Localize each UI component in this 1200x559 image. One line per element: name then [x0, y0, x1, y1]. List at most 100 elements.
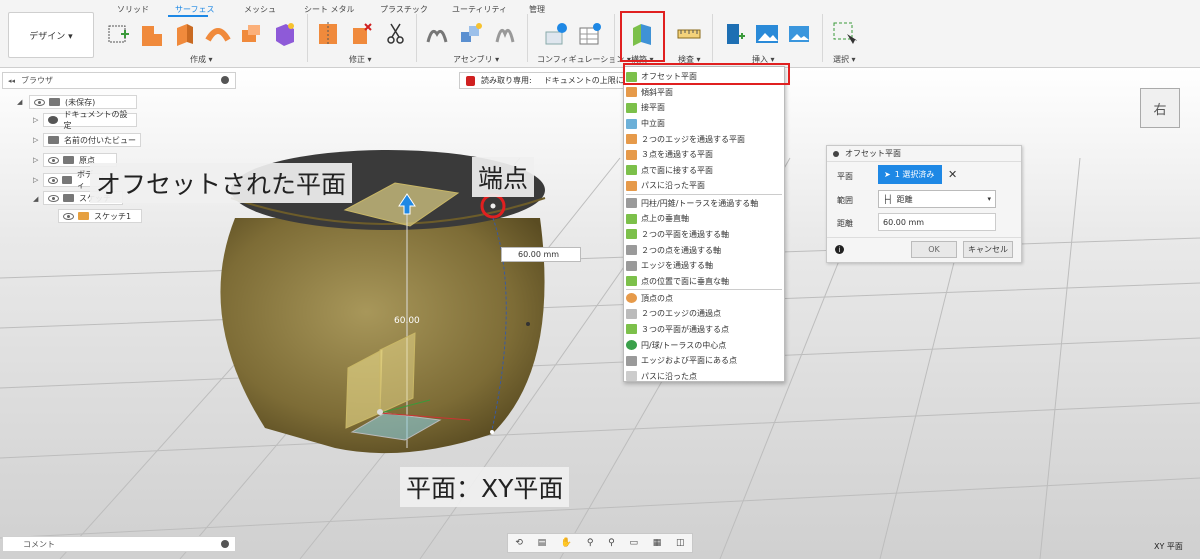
- separator: [712, 14, 713, 62]
- menu-item-axis-two-planes[interactable]: ２つの平面を通過する軸: [624, 227, 784, 243]
- tree-root[interactable]: (未保存): [29, 95, 137, 109]
- expand-icon[interactable]: ◢: [17, 98, 22, 106]
- joint-icon[interactable]: [424, 20, 450, 48]
- dialog-header[interactable]: オフセット平面: [827, 146, 1021, 162]
- menu-item-point-edge-plane[interactable]: エッジおよび平面にある点: [624, 353, 784, 369]
- tab-surface[interactable]: サーフェス: [175, 4, 215, 15]
- plane-selection-button[interactable]: ➤ 1 選択済み: [878, 165, 942, 184]
- menu-item-plane-along-path[interactable]: パスに沿った平面: [624, 178, 784, 194]
- menu-item-angled-plane[interactable]: 傾斜平面: [624, 85, 784, 101]
- create-group-label[interactable]: 作成 ▾: [190, 54, 213, 65]
- separator: [822, 14, 823, 62]
- delete-face-icon[interactable]: [349, 20, 375, 48]
- ok-button[interactable]: OK: [911, 241, 957, 258]
- display-settings-icon[interactable]: ▭: [630, 538, 639, 548]
- menu-item-midplane[interactable]: 中立面: [624, 116, 784, 132]
- dimension-label: 60.00: [394, 316, 420, 326]
- comment-panel[interactable]: コメント: [2, 536, 236, 552]
- menu-item-point-two-edges[interactable]: ２つのエッジの通過点: [624, 306, 784, 322]
- assemble-group-label[interactable]: アセンブリ ▾: [453, 54, 499, 65]
- visibility-icon[interactable]: [48, 176, 59, 184]
- viewports-icon[interactable]: ◫: [676, 538, 685, 548]
- tab-mesh[interactable]: メッシュ: [244, 4, 276, 15]
- viewcube[interactable]: 右: [1140, 88, 1180, 128]
- configure-group-label[interactable]: コンフィギュレーション ▾: [537, 54, 631, 65]
- menu-item-axis-cylinder[interactable]: 円柱/円錐/トーラスを通過する軸: [624, 196, 784, 212]
- menu-item-point-vertex[interactable]: 頂点の点: [624, 291, 784, 307]
- configure-upload-icon[interactable]: [543, 20, 569, 48]
- tab-utility[interactable]: ユーティリティ: [452, 4, 507, 15]
- menu-item-axis-perp-face[interactable]: 点の位置で面に垂直な軸: [624, 274, 784, 290]
- expand-icon[interactable]: ▷: [33, 136, 38, 144]
- browser-panel-header[interactable]: ◂◂ ブラウザ: [2, 72, 236, 89]
- collapse-icon[interactable]: ◂◂: [8, 77, 15, 85]
- dialog-collapse-icon[interactable]: [833, 150, 839, 157]
- distance-field[interactable]: 60.00 mm: [878, 213, 996, 231]
- menu-item-axis-perp-at-point[interactable]: 点上の垂直軸: [624, 211, 784, 227]
- model-canvas[interactable]: [0, 68, 1200, 559]
- clear-selection-icon[interactable]: ✕: [948, 168, 957, 181]
- visibility-icon[interactable]: [63, 212, 74, 220]
- chevron-down-icon: ▾: [987, 195, 991, 203]
- loft-surface-icon[interactable]: [238, 20, 264, 48]
- select-window-icon[interactable]: [831, 20, 857, 48]
- as-built-joint-icon[interactable]: [492, 20, 518, 48]
- extrude-surface-icon[interactable]: [139, 20, 165, 48]
- look-at-icon[interactable]: ▤: [538, 538, 547, 548]
- menu-item-point-three-planes[interactable]: ３つの平面が通過する点: [624, 322, 784, 338]
- tab-plastic[interactable]: プラスチック: [380, 4, 428, 15]
- component-icon[interactable]: [458, 20, 484, 48]
- distance-label: 距離: [837, 219, 853, 228]
- select-group-label[interactable]: 選択 ▾: [833, 54, 856, 65]
- create-sketch-icon[interactable]: [106, 20, 132, 48]
- range-select[interactable]: ├┤ 距離 ▾: [878, 190, 996, 208]
- toolbar-ribbon: デザイン ▾ ソリッド サーフェス メッシュ シート メタル プラスチック ユー…: [0, 0, 1200, 68]
- configure-table-icon[interactable]: [577, 20, 603, 48]
- expand-icon[interactable]: ▷: [33, 176, 38, 184]
- design-workspace-button[interactable]: デザイン ▾: [8, 12, 94, 58]
- insert-decal-icon[interactable]: [787, 20, 813, 48]
- menu-item-plane-two-edges[interactable]: ２つのエッジを通過する平面: [624, 131, 784, 147]
- trim-icon[interactable]: [315, 20, 341, 48]
- menu-item-plane-tangent-point[interactable]: 点で面に接する平面: [624, 163, 784, 179]
- tab-manage[interactable]: 管理: [529, 4, 545, 15]
- visibility-icon[interactable]: [34, 98, 45, 106]
- add-comment-icon[interactable]: [221, 540, 229, 548]
- split-scissors-icon[interactable]: [383, 20, 409, 48]
- tree-item-sketch1[interactable]: スケッチ1: [58, 209, 142, 223]
- orbit-icon[interactable]: ⟲: [515, 538, 523, 548]
- menu-item-axis-edge[interactable]: エッジを通過する軸: [624, 258, 784, 274]
- menu-item-point-center[interactable]: 円/球/トーラスの中心点: [624, 337, 784, 353]
- 3d-viewport[interactable]: 60.00 mm 60.00 右: [0, 68, 1200, 559]
- pan-icon[interactable]: ✋: [561, 538, 572, 548]
- zoom-icon[interactable]: ⚲: [587, 538, 594, 548]
- tree-item-named-views[interactable]: 名前の付いたビュー: [43, 133, 141, 147]
- readonly-banner: 読み取り専用: ドキュメントの上限に: [459, 72, 631, 89]
- tree-item-document-settings[interactable]: ドキュメントの設定: [43, 110, 137, 130]
- grid-icon[interactable]: ▦: [653, 538, 662, 548]
- tab-sheet-metal[interactable]: シート メタル: [304, 4, 355, 15]
- visibility-icon[interactable]: [48, 194, 59, 202]
- menu-item-tangent-plane[interactable]: 接平面: [624, 100, 784, 116]
- fit-icon[interactable]: ⚲: [608, 538, 615, 548]
- modify-group-label[interactable]: 修正 ▾: [349, 54, 372, 65]
- cancel-button[interactable]: キャンセル: [963, 241, 1013, 258]
- measure-icon[interactable]: [676, 20, 702, 48]
- distance-input[interactable]: 60.00 mm: [501, 247, 581, 262]
- expand-icon[interactable]: ▷: [33, 116, 38, 124]
- menu-item-plane-three-points[interactable]: ３点を通過する平面: [624, 147, 784, 163]
- insert-canvas-icon[interactable]: [754, 20, 780, 48]
- browser-title: ブラウザ: [21, 76, 54, 85]
- info-icon[interactable]: i: [835, 245, 844, 254]
- tab-solid[interactable]: ソリッド: [117, 4, 149, 15]
- expand-icon[interactable]: ◢: [33, 195, 38, 203]
- revolve-surface-icon[interactable]: [172, 20, 198, 48]
- menu-item-point-along-path[interactable]: パスに沿った点: [624, 369, 784, 385]
- panel-toggle-icon[interactable]: [221, 76, 229, 84]
- expand-icon[interactable]: ▷: [33, 156, 38, 164]
- insert-derive-icon[interactable]: [722, 20, 748, 48]
- visibility-icon[interactable]: [48, 156, 59, 164]
- patch-surface-icon[interactable]: [271, 20, 297, 48]
- sweep-surface-icon[interactable]: [205, 20, 231, 48]
- menu-item-axis-two-points[interactable]: ２つの点を通過する軸: [624, 242, 784, 258]
